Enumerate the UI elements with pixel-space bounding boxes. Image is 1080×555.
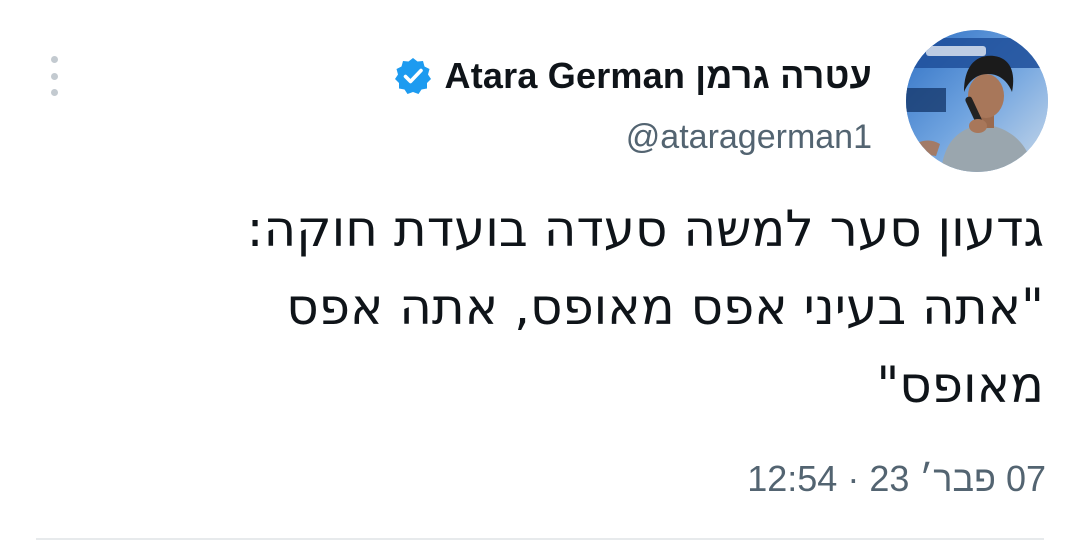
tweet-date: 07 פבר׳ 23	[869, 458, 1046, 499]
author-handle[interactable]: @ataragerman1	[626, 118, 872, 157]
author-display-name[interactable]: עטרה גרמן Atara German	[445, 55, 872, 97]
tweet: עטרה גרמן Atara German @ataragerman1 גדע…	[0, 0, 1080, 555]
menu-dot	[50, 56, 58, 63]
tweet-timestamp[interactable]: 12:54 · 07 פבר׳ 23	[747, 458, 1046, 500]
menu-dot	[50, 89, 58, 96]
verified-badge-icon	[393, 56, 433, 96]
tweet-text-line: מאופס"	[876, 356, 1044, 414]
more-options-icon[interactable]	[40, 56, 68, 96]
menu-dot	[50, 72, 58, 80]
tweet-text: גדעון סער למשה סעדה בועדת חוקה: "אתה בעי…	[44, 190, 1044, 424]
timestamp-separator: ·	[847, 458, 860, 499]
author-avatar[interactable]	[906, 30, 1048, 172]
bottom-divider	[36, 538, 1044, 540]
author-name-row[interactable]: עטרה גרמן Atara German	[393, 52, 872, 100]
tweet-time: 12:54	[747, 458, 838, 499]
tweet-text-line: "אתה בעיני אפס מאופס, אתה אפס	[286, 278, 1044, 336]
tweet-text-line: גדעון סער למשה סעדה בועדת חוקה:	[246, 200, 1044, 258]
